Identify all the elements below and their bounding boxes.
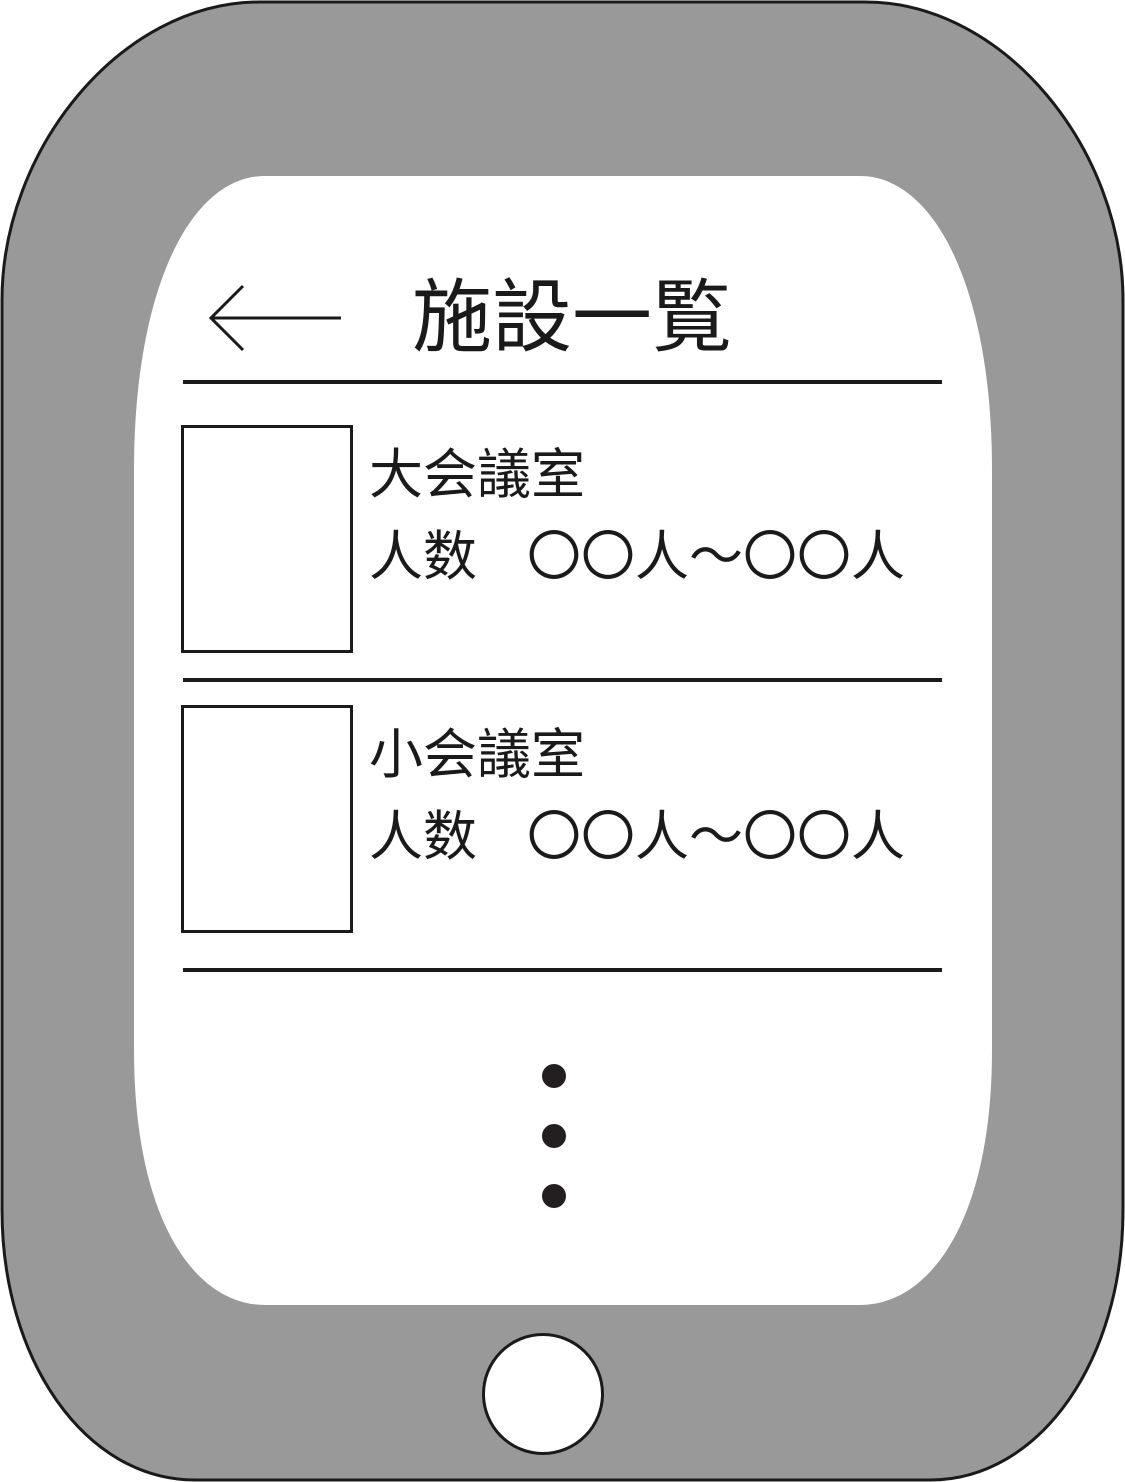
app-screen: 施設一覧 大会議室 人数 〇〇人～〇〇人 小会議室 人数 〇〇人～〇〇人 xyxy=(0,0,1125,1482)
list-divider xyxy=(183,678,942,682)
arrow-left-icon xyxy=(208,284,341,352)
facility-name: 小会議室 xyxy=(369,723,585,786)
capacity-label: 人数 xyxy=(369,805,477,868)
list-divider xyxy=(183,968,942,972)
back-button[interactable] xyxy=(205,282,345,354)
home-button-icon[interactable] xyxy=(482,1333,604,1455)
facility-name: 大会議室 xyxy=(369,443,585,506)
facility-list-item[interactable]: 小会議室 人数 〇〇人～〇〇人 xyxy=(181,705,942,933)
capacity-value: 〇〇人～〇〇人 xyxy=(527,805,905,868)
vertical-ellipsis-icon xyxy=(530,1060,580,1210)
ellipsis-dot xyxy=(542,1184,566,1208)
facility-capacity: 人数 〇〇人～〇〇人 xyxy=(369,805,905,869)
header-divider xyxy=(183,380,942,384)
facility-thumbnail xyxy=(181,705,353,933)
facility-capacity: 人数 〇〇人～〇〇人 xyxy=(369,525,905,589)
ellipsis-dot xyxy=(542,1064,566,1088)
ellipsis-dot xyxy=(542,1124,566,1148)
capacity-value: 〇〇人～〇〇人 xyxy=(527,525,905,588)
capacity-label: 人数 xyxy=(369,525,477,588)
facility-thumbnail xyxy=(181,425,353,653)
facility-list-item[interactable]: 大会議室 人数 〇〇人～〇〇人 xyxy=(181,425,942,653)
page-title: 施設一覧 xyxy=(412,271,732,364)
